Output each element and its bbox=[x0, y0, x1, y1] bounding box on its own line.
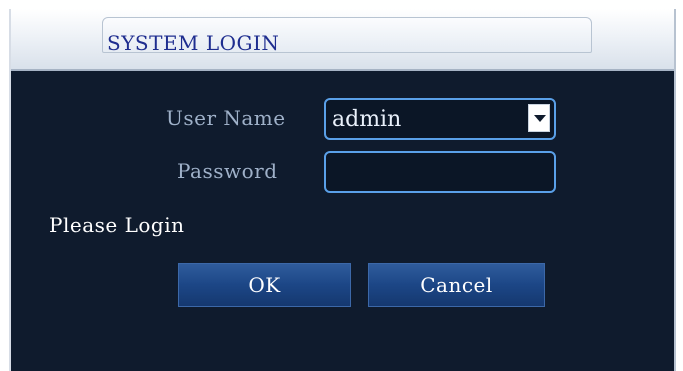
ok-button[interactable]: OK bbox=[178, 263, 351, 307]
dropdown-button[interactable] bbox=[528, 104, 550, 132]
user-name-select[interactable]: admin bbox=[324, 98, 556, 140]
title-bar: SYSTEM LOGIN bbox=[11, 9, 674, 71]
password-label: Password bbox=[177, 159, 278, 183]
user-name-label: User Name bbox=[166, 106, 286, 130]
login-dialog: SYSTEM LOGIN User Name admin Password Pl… bbox=[9, 9, 676, 371]
password-field[interactable] bbox=[324, 151, 556, 193]
dialog-title: SYSTEM LOGIN bbox=[107, 31, 280, 55]
chevron-down-icon bbox=[534, 115, 546, 122]
user-name-value: admin bbox=[332, 107, 402, 132]
cancel-button[interactable]: Cancel bbox=[368, 263, 545, 307]
status-message: Please Login bbox=[49, 213, 185, 237]
